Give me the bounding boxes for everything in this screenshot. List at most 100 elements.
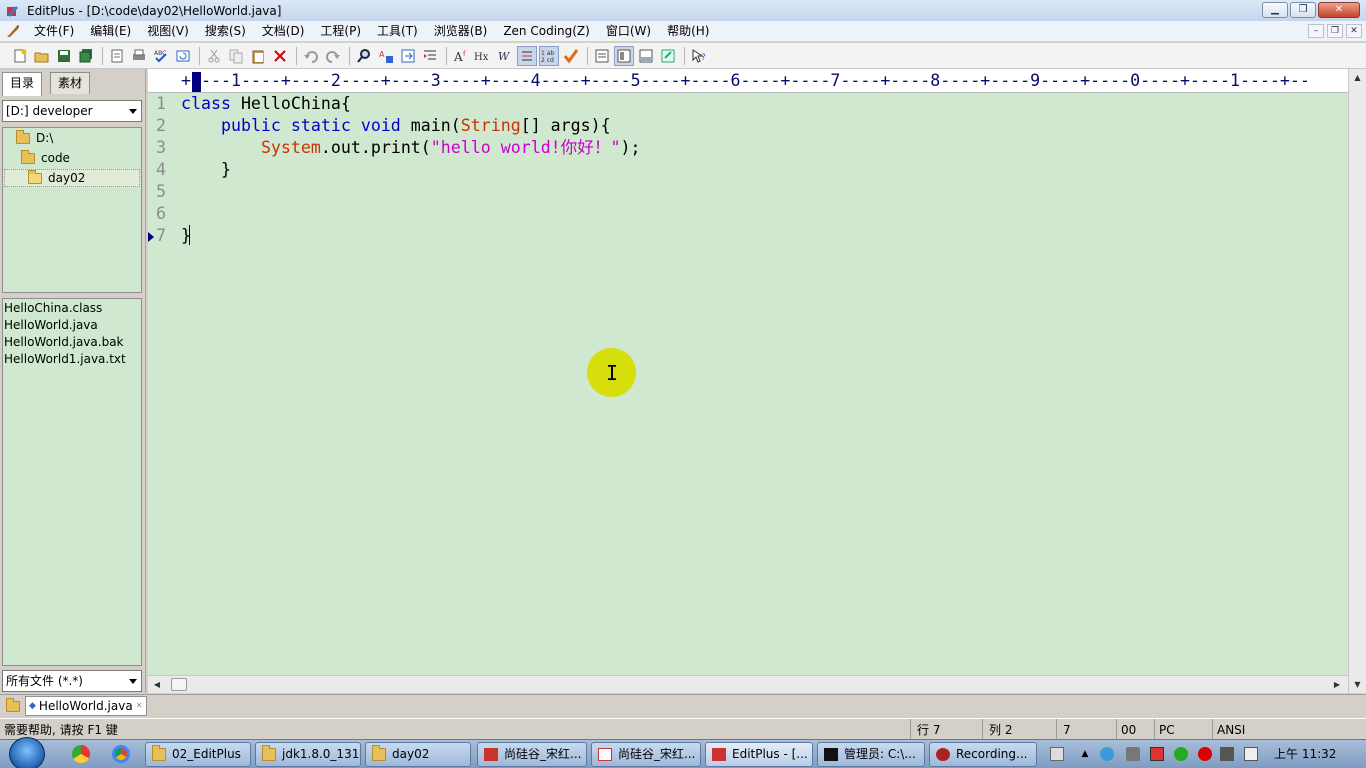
menu-project[interactable]: 工程(P): [312, 21, 369, 42]
menu-file[interactable]: 文件(F): [26, 21, 82, 42]
code-line[interactable]: public static void main(String[] args){: [181, 115, 611, 137]
menu-help[interactable]: 帮助(H): [659, 21, 717, 42]
redo-icon[interactable]: [323, 46, 343, 66]
folder-icon: [21, 149, 35, 164]
code-line[interactable]: System.out.print("hello world!你好！");: [181, 137, 641, 159]
code-editor[interactable]: 1 2 3 4 5 6 7 class HelloChina{ public static …: [148, 93, 1348, 675]
doc-tab-helloworld[interactable]: ◆ HelloWorld.java ✕: [25, 696, 148, 716]
spellcheck-icon[interactable]: ABC: [151, 46, 171, 66]
save-all-icon[interactable]: [76, 46, 96, 66]
scroll-left-icon[interactable]: ◀: [150, 676, 164, 693]
output-icon[interactable]: [636, 46, 656, 66]
list-item[interactable]: HelloChina.class: [3, 300, 141, 317]
window-title: EditPlus - [D:\code\day02\HelloWorld.jav…: [27, 3, 282, 18]
help-icon[interactable]: ?: [689, 46, 709, 66]
keyboard-icon[interactable]: [1050, 747, 1064, 761]
clipboard-icon[interactable]: [1244, 747, 1258, 761]
scroll-down-icon[interactable]: ▼: [1349, 676, 1366, 693]
clock[interactable]: 上午 11:32: [1274, 740, 1336, 768]
goto-icon[interactable]: [398, 46, 418, 66]
close-button[interactable]: ✕: [1318, 2, 1360, 18]
copy-icon[interactable]: [226, 46, 246, 66]
new-file-icon[interactable]: [10, 46, 30, 66]
menu-tools[interactable]: 工具(T): [369, 21, 426, 42]
taskbar-item-02-editplus[interactable]: 02_EditPlus: [145, 742, 251, 767]
delete-icon[interactable]: [270, 46, 290, 66]
security-icon[interactable]: [1174, 747, 1188, 761]
display-icon[interactable]: [1220, 747, 1234, 761]
record-stop-icon[interactable]: [1198, 747, 1212, 761]
menu-edit[interactable]: 编辑(E): [82, 21, 139, 42]
refresh-icon[interactable]: [173, 46, 193, 66]
doc-minimize-button[interactable]: –: [1308, 24, 1324, 38]
line-number-icon[interactable]: [517, 45, 537, 66]
folder-icon[interactable]: [6, 698, 20, 712]
menu-zen-coding[interactable]: Zen Coding(Z): [495, 21, 598, 42]
paste-icon[interactable]: [248, 46, 268, 66]
check-icon[interactable]: [561, 46, 581, 66]
file-filter-select[interactable]: 所有文件 (*.*): [2, 670, 142, 692]
chrome-icon[interactable]: [112, 745, 130, 763]
print-icon[interactable]: [129, 46, 149, 66]
network-icon[interactable]: [1100, 747, 1114, 761]
doc-restore-button[interactable]: ❐: [1327, 24, 1343, 38]
code-line[interactable]: class HelloChina{: [181, 93, 351, 115]
print-preview-icon[interactable]: [107, 46, 127, 66]
vertical-scrollbar[interactable]: ▲ ▼: [1348, 69, 1366, 693]
list-item[interactable]: HelloWorld1.java.txt: [3, 351, 141, 368]
column-mode-icon[interactable]: 1 ab 2 cd: [539, 45, 559, 66]
minimize-button[interactable]: ▁: [1262, 2, 1288, 18]
scroll-right-icon[interactable]: ▶: [1330, 676, 1344, 693]
restore-button[interactable]: ❐: [1290, 2, 1316, 18]
indent-icon[interactable]: [420, 46, 440, 66]
chevron-up-icon[interactable]: ▲: [1078, 747, 1092, 761]
scroll-up-icon[interactable]: ▲: [1349, 69, 1366, 86]
list-item[interactable]: HelloWorld.java: [3, 317, 141, 334]
browser-preview-icon[interactable]: [658, 46, 678, 66]
menu-search[interactable]: 搜索(S): [197, 21, 254, 42]
taskbar-item-cmd[interactable]: 管理员: C:\...: [817, 742, 925, 767]
browser-icon[interactable]: [614, 45, 634, 66]
taskbar-item-recording[interactable]: Recording...: [929, 742, 1037, 767]
chevron-down-icon[interactable]: [129, 679, 137, 684]
scroll-thumb[interactable]: [171, 678, 187, 691]
horizontal-scrollbar[interactable]: ◀ ▶: [148, 675, 1348, 693]
tab-directory[interactable]: 目录: [2, 72, 43, 96]
code-line[interactable]: }: [181, 159, 231, 181]
save-icon[interactable]: [54, 46, 74, 66]
word-wrap-icon[interactable]: W: [495, 46, 515, 66]
tab-material[interactable]: 素材: [50, 72, 91, 94]
taskbar-item-pdf[interactable]: 尚硅谷_宋红...: [591, 742, 701, 767]
app-tray-icon[interactable]: [1150, 747, 1164, 761]
doc-close-button[interactable]: ✕: [1346, 24, 1362, 38]
view-icon[interactable]: [592, 46, 612, 66]
tree-node-drive[interactable]: D:\: [16, 129, 53, 147]
taskbar-item-editplus[interactable]: EditPlus - [...: [705, 742, 813, 767]
font-icon[interactable]: Af: [451, 46, 471, 66]
menu-document[interactable]: 文档(D): [254, 21, 313, 42]
file-icon: ◆: [29, 701, 36, 711]
svg-text:2 cd: 2 cd: [541, 57, 554, 64]
list-item[interactable]: HelloWorld.java.bak: [3, 334, 141, 351]
cut-icon[interactable]: [204, 46, 224, 66]
ruler-cursor-marker: [192, 72, 201, 92]
close-icon[interactable]: ✕: [136, 697, 143, 715]
volume-icon[interactable]: [1126, 747, 1140, 761]
taskbar-item-day02[interactable]: day02: [365, 742, 471, 767]
taskbar-item-ppt-1[interactable]: 尚硅谷_宋红...: [477, 742, 587, 767]
chrome-alt-icon[interactable]: [72, 745, 90, 763]
replace-icon[interactable]: A: [376, 46, 396, 66]
tree-node-day02[interactable]: day02: [4, 169, 140, 187]
tree-node-code[interactable]: code: [21, 149, 70, 167]
taskbar-item-jdk[interactable]: jdk1.8.0_131: [255, 742, 361, 767]
menu-view[interactable]: 视图(V): [139, 21, 197, 42]
undo-icon[interactable]: [301, 46, 321, 66]
hex-icon[interactable]: Hx: [473, 46, 493, 66]
start-button[interactable]: [9, 737, 45, 768]
open-folder-icon[interactable]: [32, 46, 52, 66]
drive-select[interactable]: [D:] developer: [2, 100, 142, 122]
find-icon[interactable]: [354, 46, 374, 66]
chevron-down-icon[interactable]: [129, 109, 137, 114]
menu-browser[interactable]: 浏览器(B): [426, 21, 496, 42]
menu-window[interactable]: 窗口(W): [598, 21, 659, 42]
